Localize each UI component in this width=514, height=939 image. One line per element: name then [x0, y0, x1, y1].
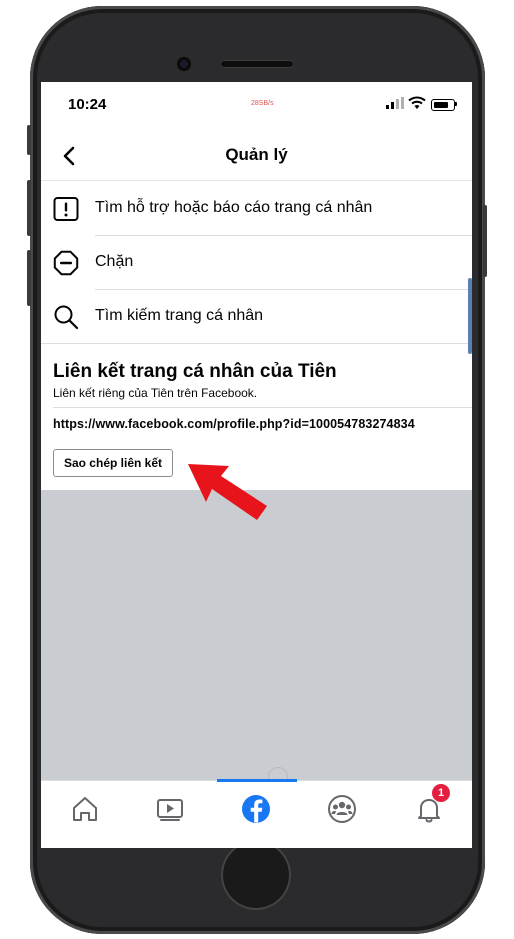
nav-bar: Quản lý: [41, 132, 472, 181]
menu-item-label: Tìm hỗ trợ hoặc báo cáo trang cá nhân: [95, 199, 373, 216]
menu-item-label: Chặn: [95, 253, 134, 270]
signal-icon: [386, 97, 404, 109]
active-tab-indicator: [217, 779, 297, 782]
annotation-arrow: [188, 464, 267, 520]
video-icon[interactable]: [150, 789, 190, 829]
mute-switch: [27, 125, 31, 155]
menu-item-label: Tìm kiếm trang cá nhân: [95, 307, 264, 324]
divider: [53, 407, 472, 408]
wifi-icon: [408, 96, 426, 109]
profile-link-title: Liên kết trang cá nhân của Tiên: [53, 361, 337, 382]
network-speed: 28SB/s: [251, 100, 274, 107]
volume-up-button: [27, 180, 31, 236]
status-time: 10:24: [68, 96, 107, 113]
scrollbar[interactable]: [468, 278, 472, 354]
section-divider: [41, 343, 472, 344]
home-icon[interactable]: [65, 789, 105, 829]
menu-item-search-profile[interactable]: Tìm kiếm trang cá nhân: [41, 290, 472, 344]
empty-content-area: [41, 490, 472, 780]
block-icon: [53, 250, 79, 276]
volume-down-button: [27, 250, 31, 306]
battery-tip: [455, 102, 457, 106]
power-button: [483, 205, 487, 277]
battery-icon: [431, 99, 455, 111]
status-bar: 10:24 28SB/s: [41, 82, 472, 126]
profile-link-url[interactable]: https://www.facebook.com/profile.php?id=…: [53, 417, 415, 431]
search-icon: [54, 305, 79, 330]
copy-link-button[interactable]: Sao chép liên kết: [53, 449, 173, 477]
profile-link-subtitle: Liên kết riêng của Tiên trên Facebook.: [53, 386, 258, 400]
notification-badge: 1: [432, 784, 450, 802]
earpiece-speaker: [220, 60, 294, 68]
bottom-tab-bar: 1: [41, 779, 472, 848]
report-icon: [53, 197, 79, 221]
groups-icon[interactable]: [322, 789, 362, 829]
menu-item-block[interactable]: Chặn: [41, 236, 472, 290]
front-camera: [177, 57, 191, 71]
page-title: Quản lý: [225, 145, 288, 164]
menu-item-report[interactable]: Tìm hỗ trợ hoặc báo cáo trang cá nhân: [41, 182, 472, 236]
facebook-logo-icon[interactable]: [236, 789, 276, 829]
home-button[interactable]: [221, 840, 291, 910]
